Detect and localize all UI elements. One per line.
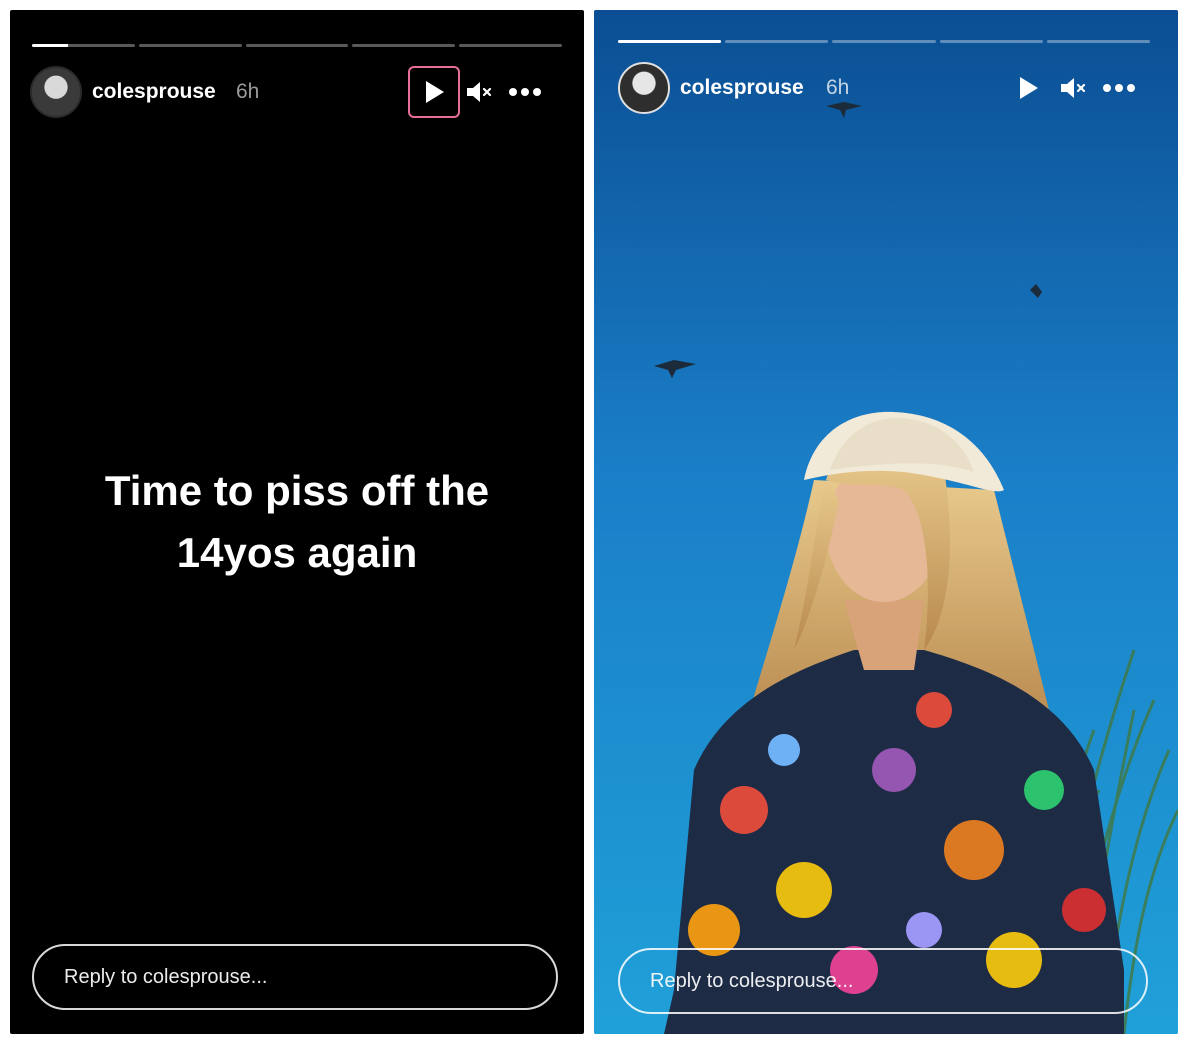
progress-segment bbox=[1046, 40, 1151, 43]
time-ago: 6h bbox=[826, 76, 850, 99]
play-icon bbox=[426, 81, 444, 103]
progress-segment bbox=[725, 40, 829, 43]
story-controls bbox=[1002, 66, 1144, 110]
mute-icon bbox=[1061, 78, 1086, 98]
progress-segment bbox=[939, 40, 1043, 43]
progress-segment bbox=[32, 44, 135, 47]
progress-segment bbox=[245, 44, 349, 47]
progress-segment bbox=[832, 40, 936, 43]
avatar[interactable] bbox=[618, 62, 670, 114]
more-options-button[interactable] bbox=[1094, 66, 1144, 110]
reply-placeholder: Reply to colesprouse... bbox=[64, 965, 268, 988]
more-icon bbox=[1103, 84, 1135, 92]
progress-segment bbox=[618, 40, 722, 43]
play-button[interactable] bbox=[1002, 62, 1054, 114]
story-progress-bar bbox=[32, 44, 562, 47]
caption-line-2: 14yos again bbox=[176, 529, 418, 576]
caption-line-1: Time to piss off the bbox=[104, 467, 490, 514]
mute-icon bbox=[467, 82, 492, 102]
mute-button[interactable] bbox=[460, 70, 500, 114]
story-progress-bar bbox=[618, 40, 1151, 43]
time-ago: 6h bbox=[236, 80, 260, 103]
username[interactable]: colesprouse bbox=[92, 80, 216, 104]
story-caption: Time to piss off the 14yos again bbox=[10, 460, 584, 584]
more-icon bbox=[509, 88, 541, 96]
story-header: colesprouse 6h bbox=[618, 62, 1158, 114]
avatar[interactable] bbox=[30, 66, 82, 118]
reply-input[interactable]: Reply to colesprouse... bbox=[618, 948, 1148, 1014]
story-controls bbox=[408, 66, 550, 118]
progress-segment bbox=[352, 44, 456, 47]
story-photo bbox=[594, 10, 1178, 1034]
mute-button[interactable] bbox=[1054, 66, 1094, 110]
play-button[interactable] bbox=[408, 66, 460, 118]
progress-segment bbox=[459, 44, 562, 47]
reply-input[interactable]: Reply to colesprouse... bbox=[32, 944, 558, 1010]
progress-segment bbox=[138, 44, 242, 47]
story-panel-photo[interactable]: colesprouse 6h Reply to colesprouse... bbox=[594, 10, 1178, 1034]
username[interactable]: colesprouse bbox=[680, 76, 804, 100]
more-options-button[interactable] bbox=[500, 70, 550, 114]
story-panel-text[interactable]: colesprouse 6h Time to piss off the 14yo… bbox=[10, 10, 584, 1034]
play-icon bbox=[1020, 77, 1038, 99]
reply-placeholder: Reply to colesprouse... bbox=[650, 969, 854, 992]
story-header: colesprouse 6h bbox=[30, 66, 564, 118]
